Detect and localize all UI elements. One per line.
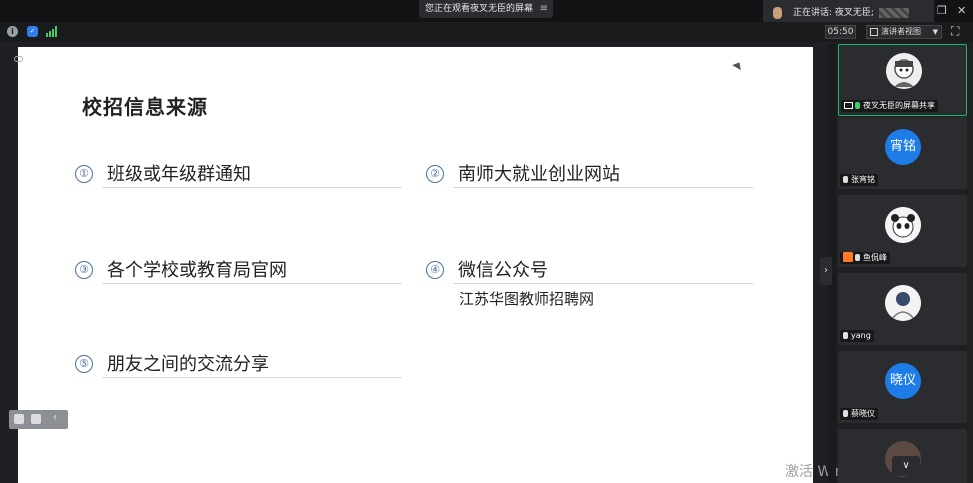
participant-nameplate: 张宵铭 — [840, 174, 878, 186]
participant-name: 蔡晓仪 — [851, 409, 875, 418]
chat-icon[interactable] — [31, 414, 41, 424]
participant-tile[interactable]: 夜叉无臣的屏幕共享 — [838, 44, 967, 116]
close-icon[interactable]: ✕ — [957, 4, 966, 17]
chevron-down-icon[interactable]: ∨ — [892, 456, 920, 476]
collapse-panel-button[interactable]: › — [820, 257, 832, 285]
list-item-label: 朋友之间的交流分享 — [107, 354, 269, 375]
participant-name: 鱼侃峰 — [863, 253, 887, 262]
number-badge: ⑤ — [75, 355, 93, 373]
avatar — [885, 285, 921, 321]
participant-nameplate: 鱼侃峰 — [840, 252, 890, 264]
mic-muted-icon — [855, 254, 860, 261]
fullscreen-icon[interactable]: ⛶ — [951, 24, 959, 39]
screen-share-banner-label: 您正在观看夜叉无臣的屏幕 — [425, 4, 534, 14]
participant-nameplate: yang — [840, 330, 874, 342]
participant-name: yang — [851, 331, 871, 340]
participant-tile[interactable]: 宵铭 张宵铭 — [838, 117, 967, 189]
avatar: 晓仪 — [885, 363, 921, 399]
participant-tile[interactable]: 鱼侃峰 — [838, 195, 967, 267]
participant-name: 张宵铭 — [851, 175, 875, 184]
list-item-label: 微信公众号 — [458, 260, 548, 281]
participant-name: 夜叉无臣的屏幕共享 — [863, 101, 935, 110]
floating-toolbar[interactable]: ‹ — [9, 410, 68, 429]
meeting-timer: 05:50 — [825, 25, 856, 39]
screen-share-banner[interactable]: 您正在观看夜叉无臣的屏幕 ≡ — [419, 0, 553, 18]
mic-muted-icon — [843, 176, 848, 183]
divider — [102, 187, 402, 188]
screen-share-icon — [844, 102, 853, 109]
number-badge: ④ — [426, 261, 444, 279]
menu-icon[interactable]: ≡ — [540, 0, 548, 18]
blurred-avatar — [878, 7, 909, 18]
number-badge: ③ — [75, 261, 93, 279]
divider — [453, 187, 753, 188]
participant-nameplate: 夜叉无臣的屏幕共享 — [841, 100, 938, 112]
cloud-icon — [14, 55, 23, 62]
recording-indicator — [14, 54, 26, 64]
mic-muted-icon — [843, 410, 848, 417]
avatar — [886, 53, 922, 89]
list-item-label: 班级或年级群通知 — [107, 164, 251, 185]
divider — [102, 377, 402, 378]
info-icon[interactable]: i — [7, 26, 18, 37]
avatar — [885, 207, 921, 243]
mic-muted-icon — [843, 332, 848, 339]
participant-tile[interactable]: yang — [838, 273, 967, 345]
divider — [102, 283, 402, 284]
restore-icon[interactable]: ❐ — [937, 4, 947, 17]
view-mode-dropdown[interactable]: 演讲者视图 ▼ — [866, 25, 942, 39]
participant-tile[interactable]: 晓仪 蔡晓仪 — [838, 351, 967, 423]
speaking-label: 正在讲话: 夜叉无臣; — [793, 8, 874, 18]
number-badge: ② — [426, 165, 444, 183]
participant-nameplate: 蔡晓仪 — [840, 408, 878, 420]
view-mode-label: 演讲者视图 — [881, 27, 921, 36]
list-item-sublabel: 江苏华图教师招聘网 — [459, 290, 595, 308]
scrollbar[interactable] — [968, 44, 973, 483]
host-icon — [843, 252, 853, 262]
layout-icon — [870, 28, 878, 36]
divider — [453, 283, 753, 284]
mic-icon — [773, 7, 782, 19]
list-item-label: 各个学校或教育局官网 — [107, 260, 287, 281]
chevron-left-icon[interactable]: ‹ — [53, 412, 63, 423]
slide-title: 校招信息来源 — [82, 95, 208, 119]
signal-icon[interactable] — [46, 26, 58, 37]
emoji-icon[interactable] — [14, 414, 24, 424]
chevron-down-icon: ▼ — [932, 28, 938, 36]
number-badge: ① — [75, 165, 93, 183]
list-item-label: 南师大就业创业网站 — [458, 164, 620, 185]
mic-icon — [855, 102, 860, 109]
avatar: 宵铭 — [885, 129, 921, 165]
shield-icon[interactable]: ✓ — [27, 26, 38, 37]
